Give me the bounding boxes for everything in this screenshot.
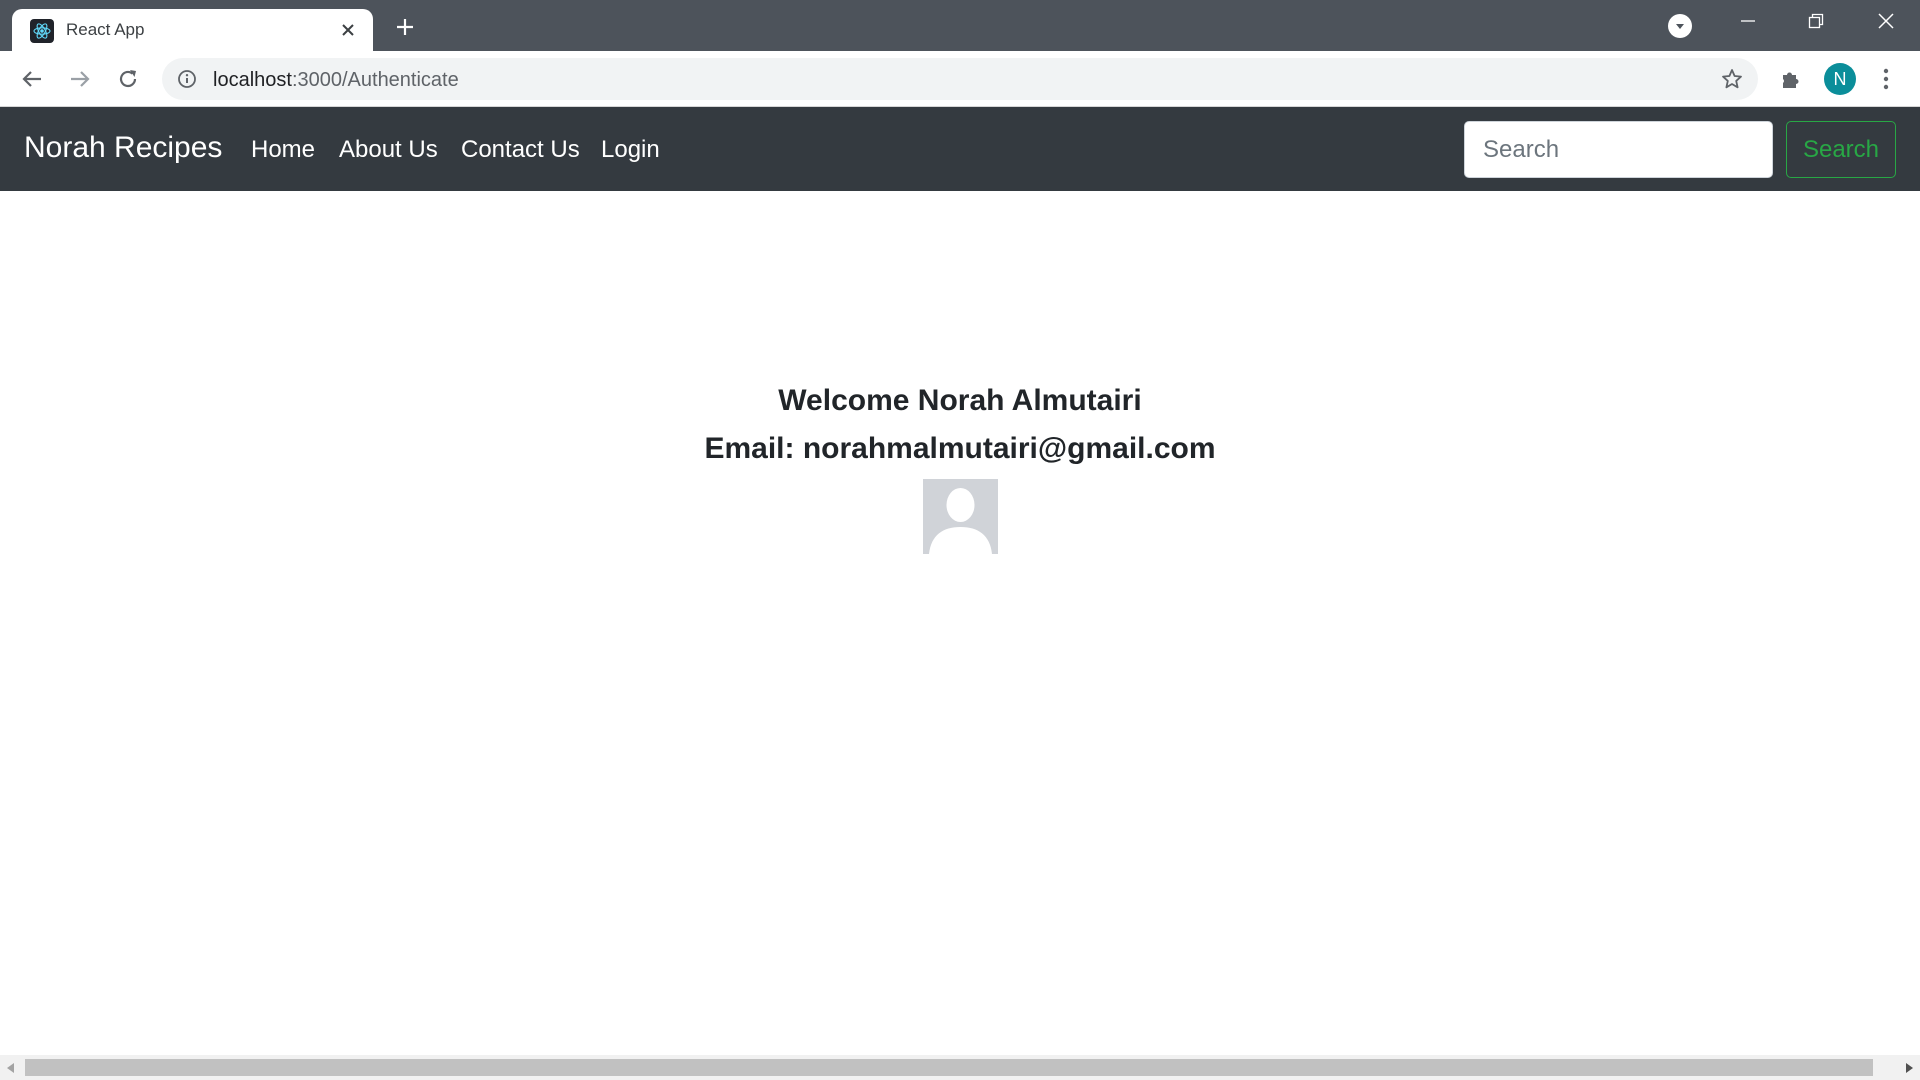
browser-toolbar: localhost:3000/Authenticate N — [0, 51, 1920, 107]
address-bar[interactable]: localhost:3000/Authenticate — [162, 58, 1758, 100]
forward-arrow-icon[interactable] — [64, 63, 96, 95]
window-close-icon[interactable] — [1866, 6, 1906, 36]
info-icon[interactable] — [176, 68, 198, 90]
app-navbar: Norah Recipes Home About Us Contact Us L… — [0, 107, 1920, 191]
search-input[interactable] — [1464, 121, 1773, 178]
plus-icon[interactable] — [390, 12, 420, 42]
minimize-icon[interactable] — [1728, 6, 1768, 36]
restore-icon[interactable] — [1796, 6, 1836, 36]
puzzle-icon[interactable] — [1776, 66, 1804, 94]
browser-tab[interactable]: React App — [12, 9, 373, 51]
welcome-heading: Welcome Norah Almutairi — [778, 384, 1142, 417]
nav-link-contact-us[interactable]: Contact Us — [461, 136, 580, 164]
nav-link-home[interactable]: Home — [251, 136, 315, 164]
brand-logo-text[interactable]: Norah Recipes — [24, 131, 222, 165]
scroll-left-arrow-icon[interactable] — [4, 1061, 18, 1075]
nav-link-about-us[interactable]: About Us — [339, 136, 438, 164]
close-icon[interactable] — [337, 19, 359, 41]
star-icon[interactable] — [1720, 67, 1744, 91]
url-host: localhost — [213, 69, 292, 91]
nav-link-login[interactable]: Login — [601, 136, 660, 164]
search-button[interactable]: Search — [1786, 121, 1896, 178]
profile-avatar[interactable]: N — [1824, 63, 1856, 95]
email-heading: Email: norahmalmutairi@gmail.com — [704, 432, 1216, 465]
scrollbar-thumb[interactable] — [25, 1059, 1873, 1076]
tab-search-icon[interactable] — [1668, 14, 1692, 38]
tab-title: React App — [66, 20, 145, 39]
scroll-right-arrow-icon[interactable] — [1902, 1061, 1916, 1075]
url-path: :3000/Authenticate — [291, 69, 459, 91]
browser-tab-bar: React App — [0, 0, 1920, 51]
default-profile-icon — [923, 479, 998, 554]
react-favicon-icon — [30, 19, 54, 43]
back-arrow-icon[interactable] — [16, 63, 48, 95]
kebab-menu-icon[interactable] — [1874, 65, 1898, 93]
reload-icon[interactable] — [112, 63, 144, 95]
horizontal-scrollbar[interactable] — [0, 1055, 1920, 1080]
url-text: localhost:3000/Authenticate — [213, 69, 459, 92]
